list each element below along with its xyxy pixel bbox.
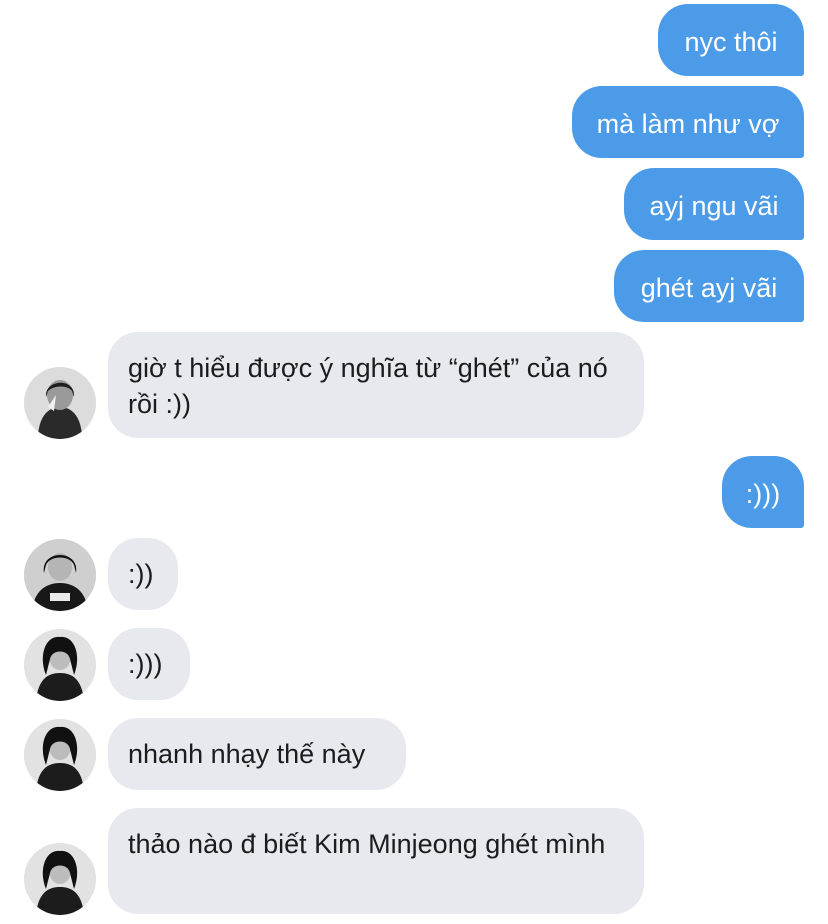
avatar-icon bbox=[24, 539, 96, 611]
incoming-message[interactable]: nhanh nhạy thế này bbox=[108, 718, 406, 790]
outgoing-message[interactable]: nyc thôi bbox=[658, 4, 804, 76]
outgoing-message[interactable]: :))) bbox=[722, 456, 804, 528]
avatar-icon bbox=[24, 843, 96, 915]
avatar[interactable] bbox=[24, 629, 96, 701]
outgoing-message[interactable]: ghét ayj vãi bbox=[614, 250, 804, 322]
incoming-message[interactable]: :)) bbox=[108, 538, 178, 610]
avatar[interactable] bbox=[24, 719, 96, 791]
avatar-icon bbox=[24, 719, 96, 791]
outgoing-message[interactable]: ayj ngu vãi bbox=[624, 168, 804, 240]
incoming-message[interactable]: thảo nào đ biết Kim Minjeong ghét mình bbox=[108, 808, 644, 914]
incoming-message[interactable]: :))) bbox=[108, 628, 190, 700]
message-thread: nyc thôi mà làm như vợ ayj ngu vãi ghét … bbox=[0, 0, 828, 924]
avatar-icon bbox=[24, 367, 96, 439]
avatar-icon bbox=[24, 629, 96, 701]
incoming-message[interactable]: giờ t hiểu được ý nghĩa từ “ghét” của nó… bbox=[108, 332, 644, 438]
avatar[interactable] bbox=[24, 843, 96, 915]
avatar[interactable] bbox=[24, 539, 96, 611]
outgoing-message[interactable]: mà làm như vợ bbox=[572, 86, 804, 158]
avatar[interactable] bbox=[24, 367, 96, 439]
